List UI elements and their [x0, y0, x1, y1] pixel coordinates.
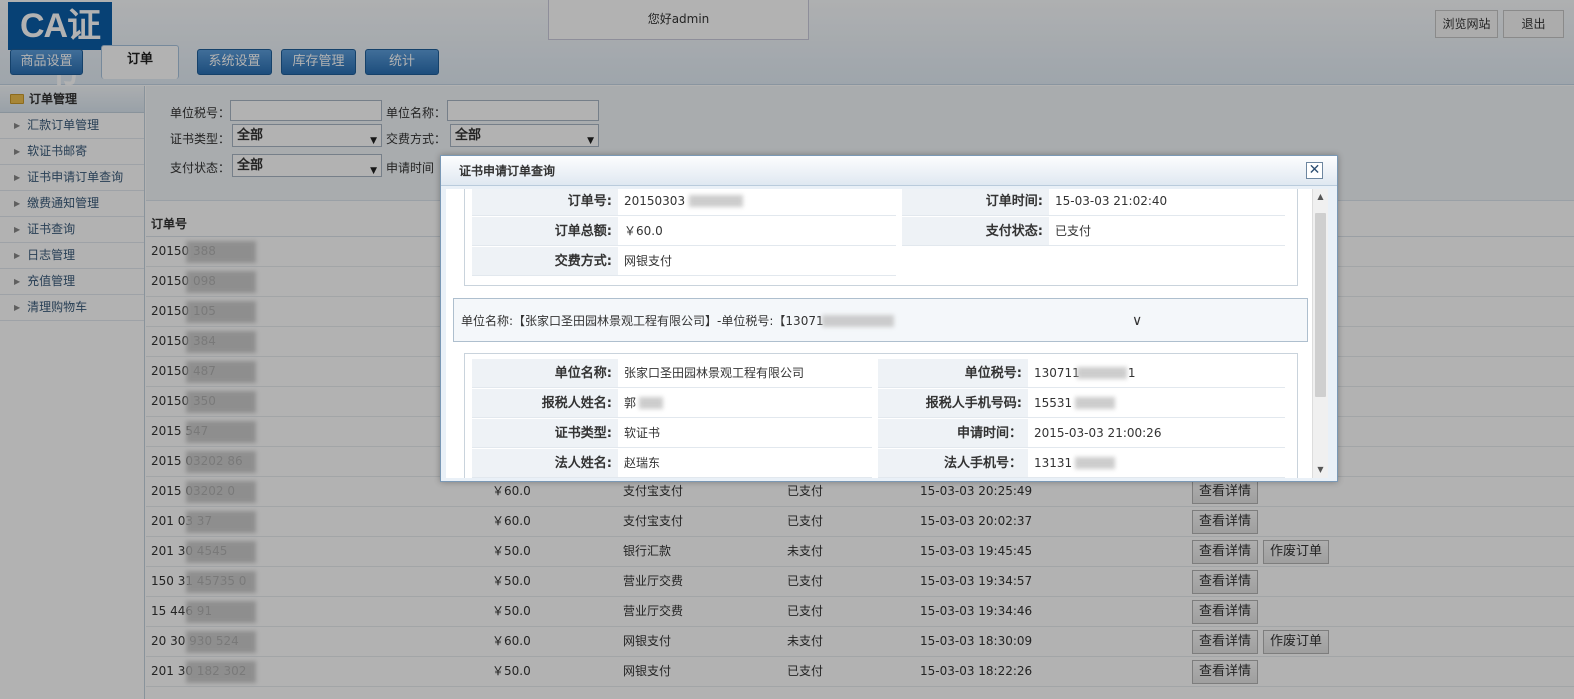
redacted-mark [1075, 397, 1115, 409]
legal-phone-value: 13131 [1028, 449, 1285, 478]
apply-time-value: 2015-03-03 21:00:26 [1028, 419, 1285, 448]
reporter-name-label: 报税人姓名: [472, 389, 618, 418]
scroll-up-icon[interactable]: ▲ [1313, 189, 1328, 205]
close-icon[interactable]: ✕ [1306, 162, 1323, 179]
redacted-mark [689, 195, 743, 207]
pay-status-value: 已支付 [1049, 217, 1285, 246]
redacted-mark [639, 397, 663, 409]
company-collapse-bar[interactable]: 单位名称:【张家口圣田园林景观工程有限公司】-单位税号:【13071 ∨ [453, 298, 1308, 342]
cert-type-label: 证书类型: [472, 419, 618, 448]
reporter-phone-label: 报税人手机号码: [878, 389, 1028, 418]
order-no-value: 20150303 [618, 189, 896, 216]
total-label: 订单总额: [472, 217, 618, 246]
unit-name-label: 单位名称: [472, 359, 618, 388]
pay-method-label: 交费方式: [472, 247, 618, 276]
dialog-scrollbar[interactable]: ▲ ▼ [1312, 189, 1328, 478]
cert-type-value: 软证书 [618, 419, 872, 448]
order-no-label: 订单号: [472, 189, 618, 216]
legal-name-value: 赵瑞东 [618, 449, 872, 478]
chevron-down-icon: ∨ [1132, 313, 1143, 329]
reporter-phone-value: 15531 [1028, 389, 1285, 418]
redacted-mark [1075, 457, 1115, 469]
pay-status-label: 支付状态: [902, 217, 1049, 246]
legal-phone-label: 法人手机号： [878, 449, 1028, 478]
order-time-label: 订单时间: [902, 189, 1049, 216]
redacted-mark [1077, 367, 1127, 379]
dialog-body: 订单号: 20150303 订单时间: 15-03-03 21:02:40 订单… [446, 189, 1328, 478]
scroll-thumb[interactable] [1315, 213, 1326, 397]
dialog-title: 证书申请订单查询 [441, 156, 1337, 186]
redacted-mark [822, 315, 894, 327]
total-value: ￥60.0 [618, 217, 896, 246]
tax-no-value: 130711 1 [1028, 359, 1285, 388]
order-time-value: 15-03-03 21:02:40 [1049, 189, 1285, 216]
order-detail-dialog: 证书申请订单查询 ✕ 订单号: 20150303 订单时间: 15-03-03 … [440, 155, 1338, 482]
legal-name-label: 法人姓名: [472, 449, 618, 478]
scroll-down-icon[interactable]: ▼ [1313, 462, 1328, 478]
order-info-box: 订单号: 20150303 订单时间: 15-03-03 21:02:40 订单… [464, 189, 1298, 286]
apply-time-label: 申请时间： [878, 419, 1028, 448]
unit-name-value: 张家口圣田园林景观工程有限公司 [618, 359, 872, 388]
company-info-box: 单位名称: 张家口圣田园林景观工程有限公司 单位税号: 130711 1 报税人姓… [464, 353, 1298, 478]
tax-no-label: 单位税号: [878, 359, 1028, 388]
pay-method-value: 网银支付 [618, 247, 896, 276]
